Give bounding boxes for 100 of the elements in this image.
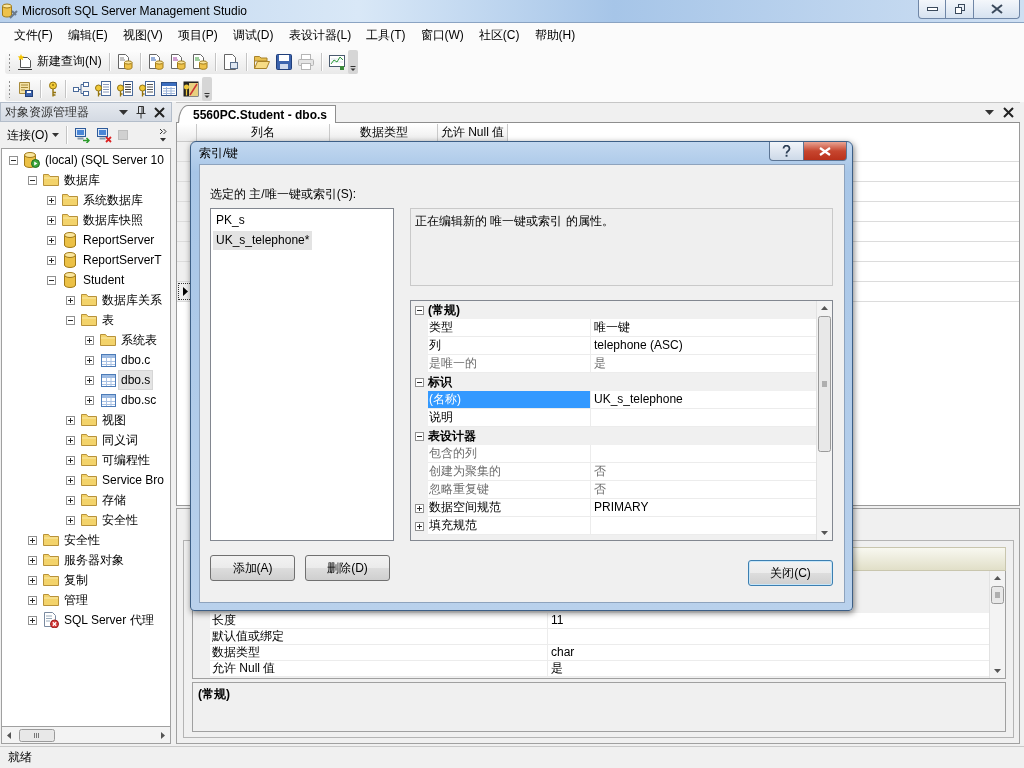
expander-icon[interactable] xyxy=(85,395,94,405)
expander-icon[interactable] xyxy=(415,521,424,531)
column-header[interactable]: 列名 xyxy=(197,124,330,142)
overflow-chevron-icon[interactable] xyxy=(347,49,358,74)
down-arrow-icon[interactable] xyxy=(821,531,828,535)
expander-icon[interactable] xyxy=(415,431,424,441)
toolbar-grip[interactable] xyxy=(8,52,11,71)
expander-icon[interactable] xyxy=(66,475,75,485)
monitor-x-icon[interactable] xyxy=(96,127,113,143)
monitor-arrow-icon[interactable] xyxy=(74,127,91,143)
tree-item[interactable]: 数据库 xyxy=(62,171,102,189)
property-name[interactable]: 忽略重复键 xyxy=(428,481,591,499)
expander-icon[interactable] xyxy=(66,515,75,525)
expander-icon[interactable] xyxy=(66,295,75,305)
expander-icon[interactable] xyxy=(66,495,75,505)
expander-icon[interactable] xyxy=(415,503,424,513)
left-arrow-icon[interactable] xyxy=(7,731,11,739)
expander-icon[interactable] xyxy=(66,435,75,445)
close-button[interactable]: 关闭(C) xyxy=(748,560,833,586)
vertical-scrollbar[interactable] xyxy=(816,301,832,540)
menu-item[interactable]: 社区(C) xyxy=(471,25,527,46)
menu-item[interactable]: 工具(T) xyxy=(358,25,413,46)
expander-icon[interactable] xyxy=(47,235,56,245)
tree-item[interactable]: 复制 xyxy=(62,571,90,589)
menu-item[interactable]: 文件(F) xyxy=(6,25,61,46)
expander-icon[interactable] xyxy=(85,335,94,345)
property-name[interactable]: 长度 xyxy=(210,613,548,629)
menu-item[interactable]: 窗口(W) xyxy=(413,25,472,46)
restore-button[interactable] xyxy=(946,0,974,19)
property-value[interactable]: char xyxy=(548,645,989,661)
close-button[interactable] xyxy=(974,0,1020,19)
expander-icon[interactable] xyxy=(47,255,56,265)
menu-item[interactable]: 编辑(E) xyxy=(60,25,116,46)
property-value[interactable]: UK_s_telephone xyxy=(591,391,816,409)
expander-icon[interactable] xyxy=(85,355,94,365)
property-name[interactable]: 数据空间规范 xyxy=(428,499,591,517)
column-header[interactable]: 数据类型 xyxy=(330,124,438,142)
minimize-button[interactable] xyxy=(918,0,946,19)
tree-item[interactable]: 系统数据库 xyxy=(81,191,145,209)
menu-item[interactable]: 视图(V) xyxy=(115,25,171,46)
expander-icon[interactable] xyxy=(47,215,56,225)
property-value[interactable]: 是 xyxy=(548,661,989,677)
property-value[interactable]: 否 xyxy=(591,463,816,481)
tree-item[interactable]: ReportServer xyxy=(81,231,157,249)
tree-item[interactable]: SQL Server 代理 xyxy=(62,611,156,629)
page-icon[interactable] xyxy=(222,53,239,70)
expander-icon[interactable] xyxy=(28,615,37,625)
scroll-thumb[interactable] xyxy=(991,586,1004,604)
nodes-icon[interactable] xyxy=(73,80,89,97)
property-name[interactable]: 列 xyxy=(428,337,591,355)
down-arrow-icon[interactable] xyxy=(994,669,1001,673)
category-label[interactable]: 标识 xyxy=(428,373,452,391)
expander-icon[interactable] xyxy=(28,595,37,605)
tree-item[interactable]: dbo.sc xyxy=(119,391,159,409)
property-value[interactable]: 唯一键 xyxy=(591,319,816,337)
property-name[interactable]: 数据类型 xyxy=(210,645,548,661)
save-icon[interactable] xyxy=(275,53,292,70)
close-icon[interactable] xyxy=(1003,107,1014,118)
up-arrow-icon[interactable] xyxy=(821,306,828,310)
add-button[interactable]: 添加(A) xyxy=(210,555,295,581)
list-item[interactable]: UK_s_telephone* xyxy=(213,231,313,250)
tree-item[interactable]: 视图 xyxy=(100,411,128,429)
tree-item[interactable]: 数据库快照 xyxy=(81,211,145,229)
help-button[interactable] xyxy=(769,142,804,161)
expander-icon[interactable] xyxy=(28,175,37,185)
page-cylinder-icon[interactable] xyxy=(191,53,208,70)
property-name[interactable]: 包含的列 xyxy=(428,445,591,463)
table-icon[interactable] xyxy=(161,80,177,97)
tree-item[interactable]: 存储 xyxy=(100,491,128,509)
close-icon[interactable] xyxy=(154,106,165,118)
property-name[interactable]: 填充规范 xyxy=(428,517,591,535)
property-value[interactable]: 是 xyxy=(591,355,816,373)
property-name[interactable]: 允许 Null 值 xyxy=(210,661,548,677)
category-label[interactable]: 表设计器 xyxy=(428,427,476,445)
scroll-thumb[interactable] xyxy=(19,728,55,742)
vertical-scrollbar[interactable] xyxy=(989,571,1005,678)
overflow-chevron-icon[interactable] xyxy=(159,128,167,142)
tree-item[interactable]: 管理 xyxy=(62,591,90,609)
tree-item[interactable]: Student xyxy=(81,271,127,289)
list-box[interactable]: PK_s UK_s_telephone* xyxy=(210,208,394,541)
menu-item[interactable]: 帮助(H) xyxy=(527,25,583,46)
tree-item[interactable]: 系统表 xyxy=(119,331,159,349)
category-label[interactable]: (常规) xyxy=(428,301,460,319)
property-value[interactable]: 11 xyxy=(548,613,989,629)
expander-icon[interactable] xyxy=(66,415,75,425)
property-name[interactable]: 是唯一的 xyxy=(428,355,591,373)
menu-item[interactable]: 项目(P) xyxy=(170,25,226,46)
open-folder-icon[interactable] xyxy=(253,53,270,70)
tree-item[interactable]: 服务器对象 xyxy=(62,551,126,569)
menu-item[interactable]: 调试(D) xyxy=(225,25,281,46)
expander-icon[interactable] xyxy=(28,535,37,545)
expander-icon[interactable] xyxy=(415,377,424,387)
tree-item[interactable]: 可编程性 xyxy=(100,451,152,469)
page-cylinder-icon[interactable] xyxy=(169,53,186,70)
key-icon[interactable] xyxy=(48,80,58,97)
scroll-icon[interactable] xyxy=(17,80,33,97)
property-name[interactable]: 说明 xyxy=(428,409,591,427)
expander-icon[interactable] xyxy=(415,305,424,315)
expander-icon[interactable] xyxy=(28,575,37,585)
key-document-icon[interactable] xyxy=(95,80,111,97)
